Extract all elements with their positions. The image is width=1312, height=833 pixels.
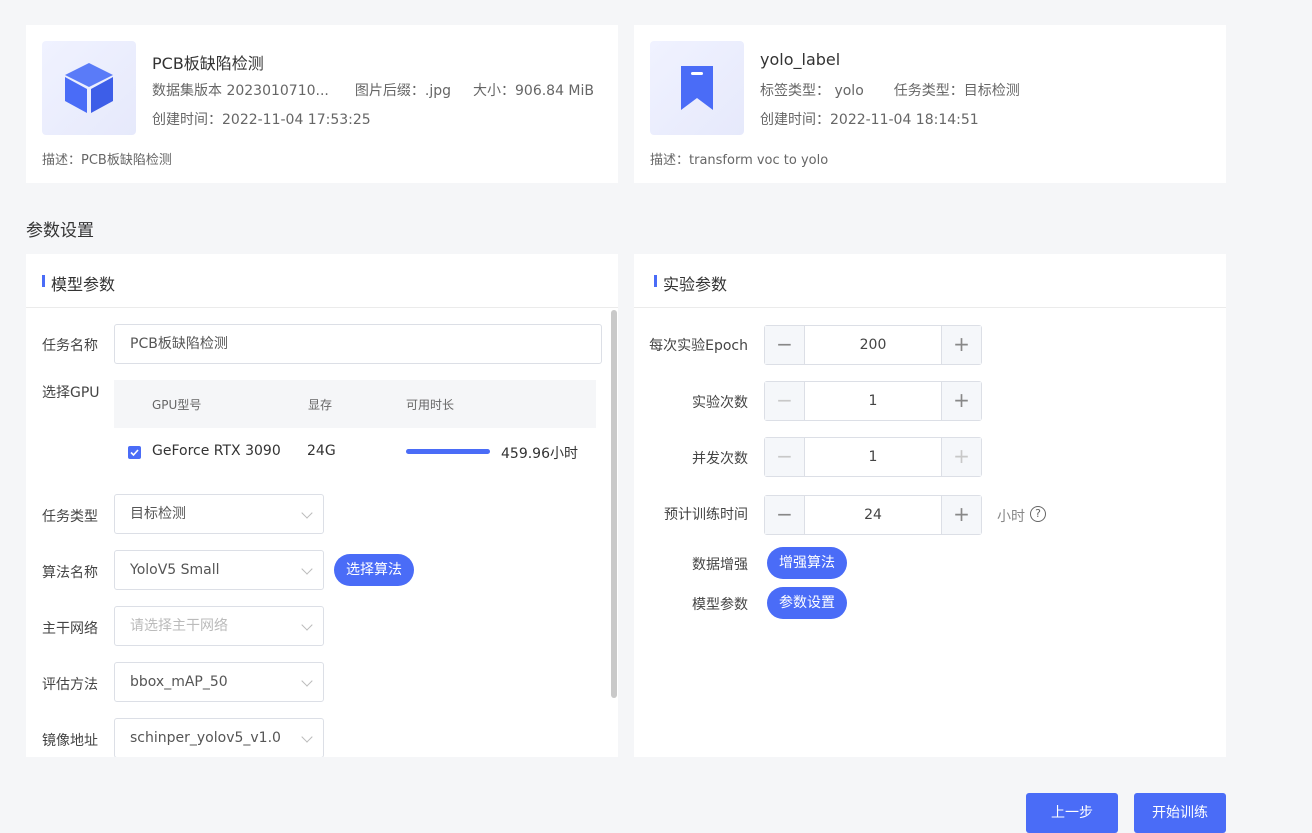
gpu-available-bar	[406, 449, 490, 454]
backbone-placeholder: 请选择主干网络	[130, 618, 228, 634]
bookmark-icon	[681, 66, 713, 110]
image-label: 镜像地址	[42, 733, 98, 749]
param-settings-button[interactable]: 参数设置	[767, 587, 847, 619]
concurrency-value[interactable]: 1	[805, 438, 941, 476]
augment-button[interactable]: 增强算法	[767, 547, 847, 579]
label-thumbnail	[650, 41, 744, 135]
dataset-card: PCB板缺陷检测 数据集版本 2023010710... 图片后缀：.jpg 大小：…	[26, 25, 618, 183]
dataset-title: PCB板缺陷检测	[152, 54, 264, 73]
runs-label: 实验次数	[692, 395, 748, 411]
exp-params-title: 实验参数	[663, 275, 728, 294]
minus-icon[interactable]: −	[765, 438, 805, 476]
prev-step-button[interactable]: 上一步	[1026, 793, 1118, 833]
train-time-label: 预计训练时间	[664, 507, 748, 523]
model-params-panel: 模型参数 任务名称 PCB板缺陷检测 选择GPU GPU型号 显存 可用时长 G…	[26, 254, 618, 757]
train-time-unit: 小时	[997, 509, 1025, 525]
accent-bar	[42, 275, 45, 287]
chevron-down-icon	[301, 507, 313, 519]
model-param-label: 模型参数	[692, 597, 748, 613]
dataset-suffix: 图片后缀：.jpg	[354, 83, 451, 99]
image-select[interactable]: schinper_yolov5_v1.0	[114, 718, 324, 757]
task-type-select[interactable]: 目标检测	[114, 494, 324, 534]
plus-icon[interactable]: +	[941, 496, 981, 534]
gpu-checkbox[interactable]	[128, 446, 141, 459]
label-created: 创建时间：2022-11-04 18:14:51	[760, 112, 979, 128]
model-params-title: 模型参数	[51, 275, 116, 294]
gpu-col-memory: 显存	[308, 398, 333, 412]
gpu-memory: 24G	[307, 443, 336, 459]
start-training-button[interactable]: 开始训练	[1134, 793, 1226, 833]
chevron-down-icon	[301, 731, 313, 743]
gpu-available: 459.96小时	[501, 446, 578, 462]
gpu-col-available: 可用时长	[406, 398, 455, 412]
eval-value: bbox_mAP_50	[130, 674, 228, 690]
augment-label: 数据增强	[692, 557, 748, 573]
dataset-created: 创建时间：2022-11-04 17:53:25	[152, 112, 371, 128]
dataset-meta-row: 数据集版本 2023010710... 图片后缀：.jpg 大小：906.84 Mi…	[152, 80, 594, 100]
task-name-input[interactable]: PCB板缺陷检测	[114, 324, 602, 364]
dataset-thumbnail	[42, 41, 136, 135]
section-title: 参数设置	[26, 221, 94, 241]
gpu-table-header: GPU型号 显存 可用时长	[114, 380, 596, 428]
help-icon[interactable]: ?	[1030, 506, 1046, 522]
label-card: yolo_label 标签类型： yolo 任务类型：目标检测 创建时间：2022…	[634, 25, 1226, 183]
gpu-available-bar-fill	[406, 449, 490, 454]
accent-bar	[654, 275, 657, 287]
minus-icon[interactable]: −	[765, 496, 805, 534]
gpu-table-row[interactable]: GeForce RTX 3090 24G 459.96小时	[114, 428, 596, 476]
epoch-value[interactable]: 200	[805, 326, 941, 364]
minus-icon[interactable]: −	[765, 326, 805, 364]
scrollbar[interactable]	[611, 310, 617, 698]
eval-select[interactable]: bbox_mAP_50	[114, 662, 324, 702]
algo-label: 算法名称	[42, 565, 98, 581]
eval-label: 评估方法	[42, 677, 98, 693]
task-type-value: 目标检测	[130, 506, 186, 522]
runs-stepper[interactable]: − 1 +	[764, 381, 982, 421]
chevron-down-icon	[301, 619, 313, 631]
backbone-select[interactable]: 请选择主干网络	[114, 606, 324, 646]
minus-icon[interactable]: −	[765, 382, 805, 420]
gpu-model: GeForce RTX 3090	[152, 443, 281, 459]
model-params-header: 模型参数	[26, 254, 618, 308]
dataset-version: 数据集版本 2023010710...	[152, 83, 329, 99]
label-task-type: 任务类型：目标检测	[893, 83, 1020, 99]
exp-params-panel: 实验参数 每次实验Epoch − 200 + 实验次数 − 1 + 并发次数 −…	[634, 254, 1226, 757]
backbone-label: 主干网络	[42, 621, 98, 637]
plus-icon[interactable]: +	[941, 438, 981, 476]
train-time-value[interactable]: 24	[805, 496, 941, 534]
exp-params-header: 实验参数	[634, 254, 1226, 308]
chevron-down-icon	[301, 675, 313, 687]
dataset-size: 大小：906.84 MiB	[473, 83, 595, 99]
chevron-down-icon	[301, 563, 313, 575]
select-algo-button[interactable]: 选择算法	[334, 554, 414, 586]
train-time-stepper[interactable]: − 24 +	[764, 495, 982, 535]
runs-value[interactable]: 1	[805, 382, 941, 420]
gpu-label: 选择GPU	[42, 385, 100, 401]
epoch-stepper[interactable]: − 200 +	[764, 325, 982, 365]
epoch-label: 每次实验Epoch	[649, 338, 748, 354]
label-meta-row: 标签类型： yolo 任务类型：目标检测	[760, 80, 1020, 100]
algo-select[interactable]: YoloV5 Small	[114, 550, 324, 590]
task-type-label: 任务类型	[42, 509, 98, 525]
concurrency-label: 并发次数	[692, 451, 748, 467]
algo-value: YoloV5 Small	[130, 562, 220, 578]
label-desc: 描述：transform voc to yolo	[650, 153, 829, 168]
task-name-label: 任务名称	[42, 338, 98, 354]
plus-icon[interactable]: +	[941, 382, 981, 420]
label-title: yolo_label	[760, 50, 841, 69]
concurrency-stepper[interactable]: − 1 +	[764, 437, 982, 477]
label-type: 标签类型： yolo	[760, 83, 864, 99]
gpu-col-model: GPU型号	[152, 398, 202, 412]
dataset-desc: 描述：PCB板缺陷检测	[42, 153, 172, 168]
checkmark-icon	[130, 449, 139, 457]
image-value: schinper_yolov5_v1.0	[130, 730, 281, 746]
cube-icon	[65, 63, 113, 113]
plus-icon[interactable]: +	[941, 326, 981, 364]
